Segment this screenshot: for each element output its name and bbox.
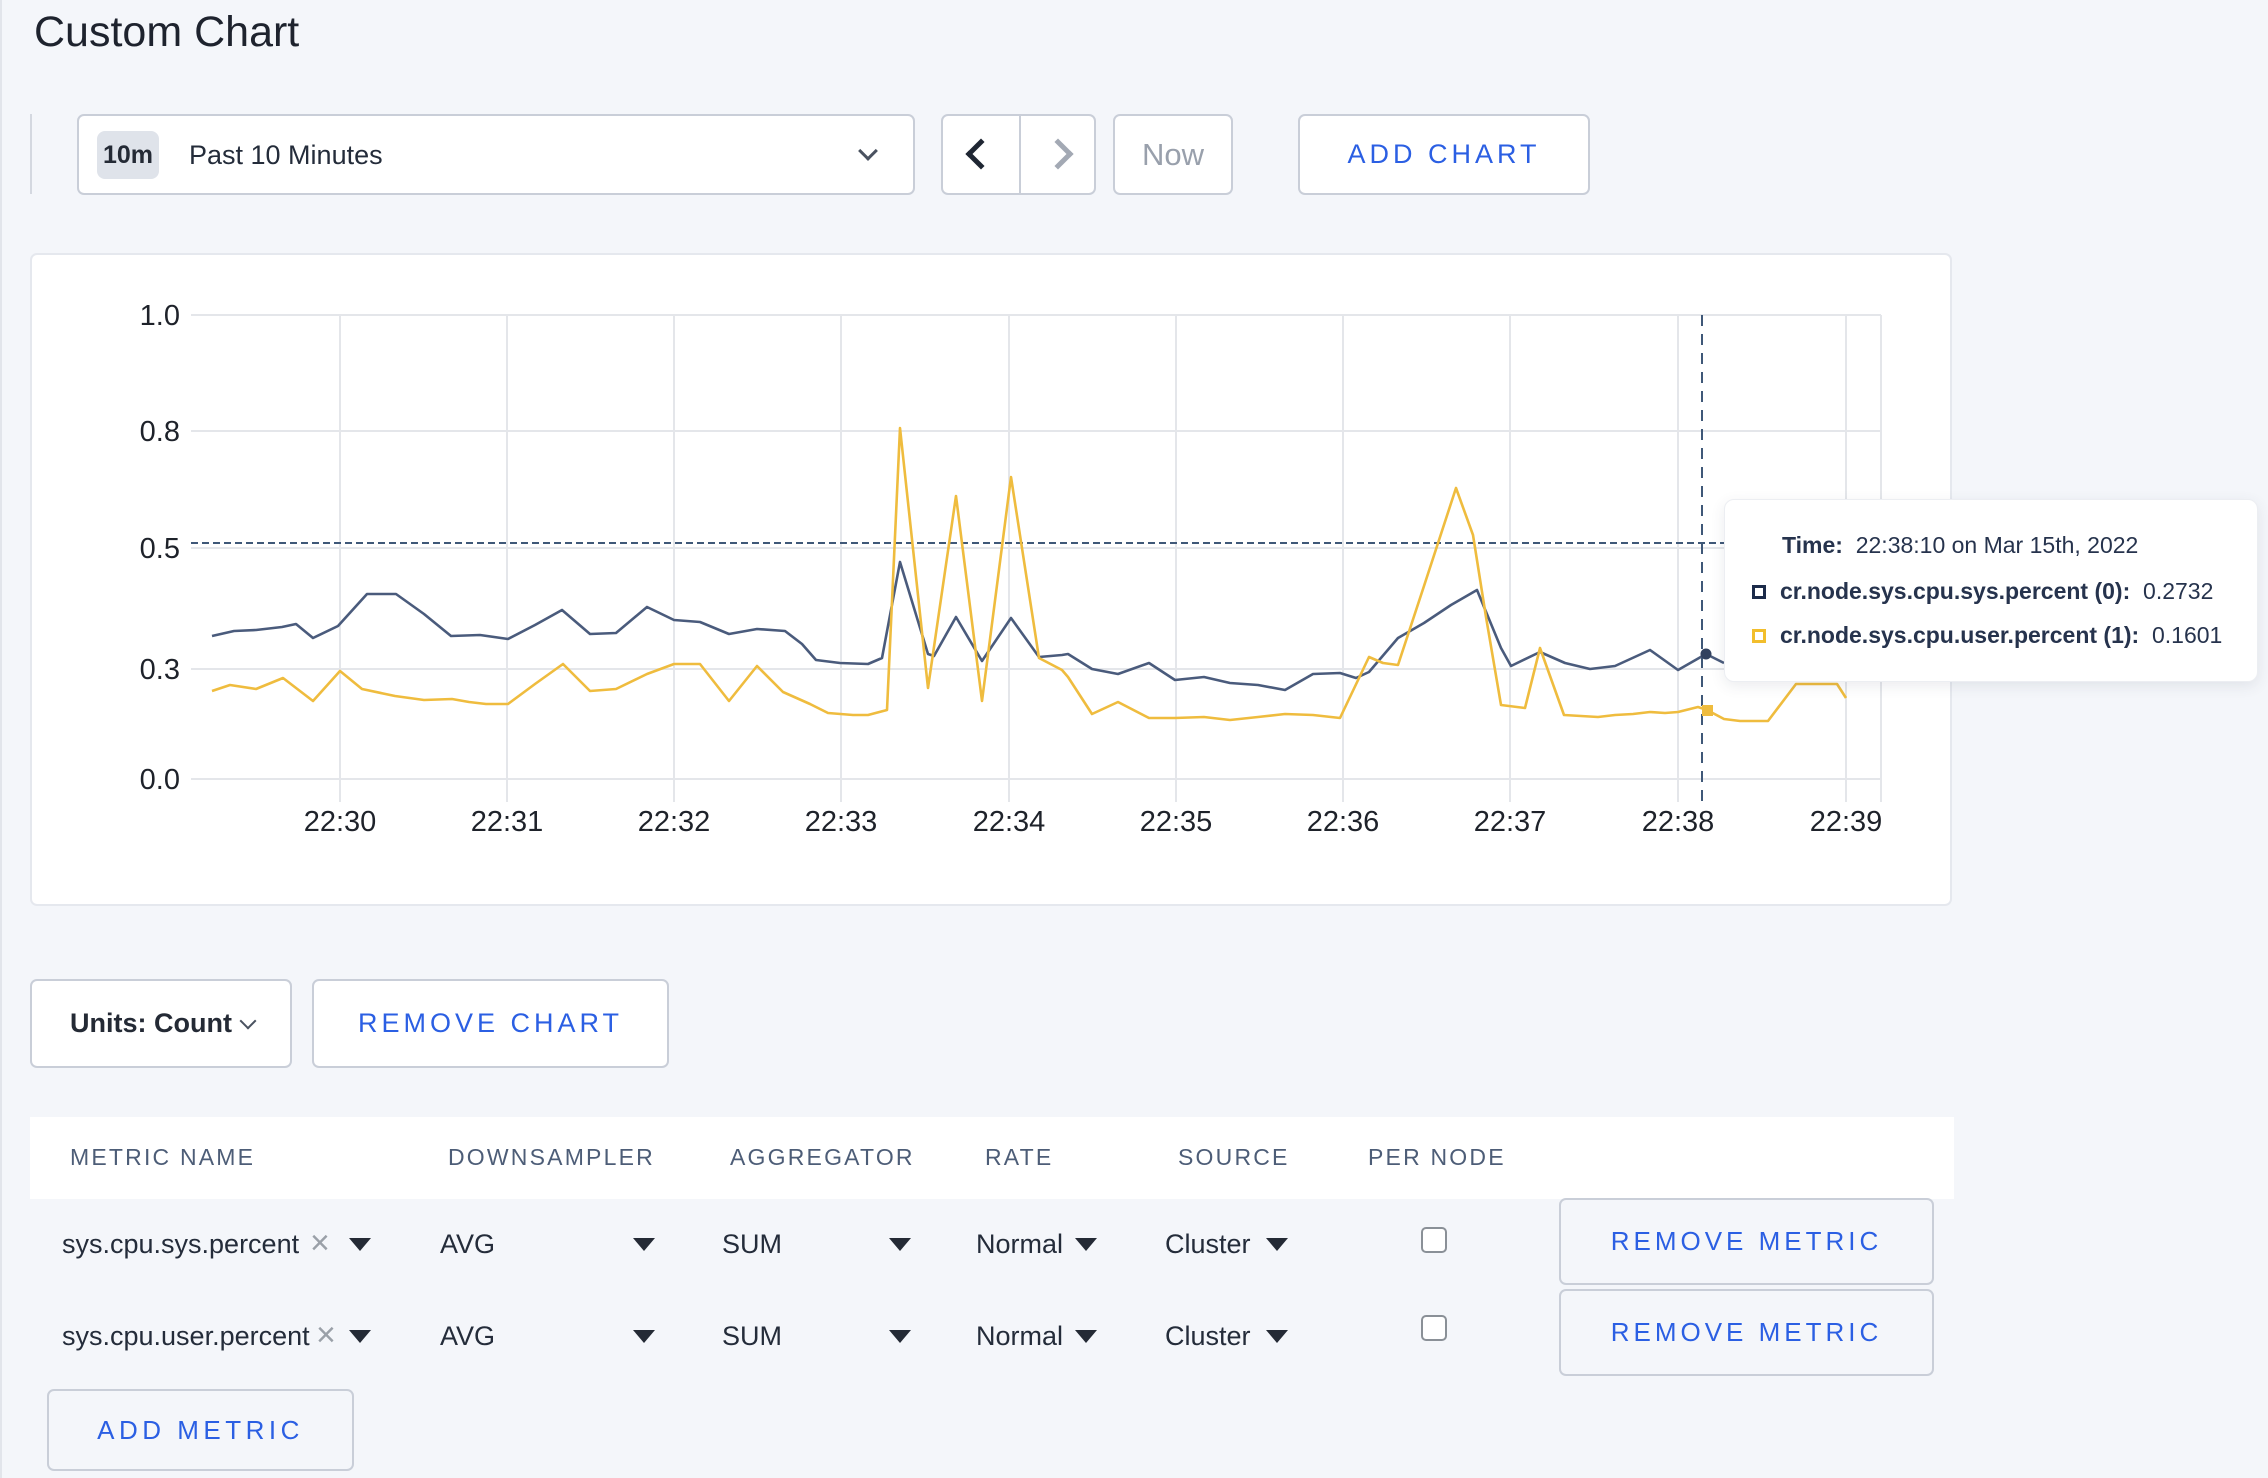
svg-text:22:37: 22:37: [1474, 806, 1547, 838]
svg-text:0.5: 0.5: [140, 533, 180, 565]
svg-text:0.8: 0.8: [140, 416, 180, 448]
svg-text:0.3: 0.3: [140, 654, 180, 686]
svg-text:22:32: 22:32: [638, 806, 711, 838]
svg-text:22:30: 22:30: [304, 806, 377, 838]
svg-text:0.0: 0.0: [140, 764, 180, 796]
svg-text:22:33: 22:33: [805, 806, 878, 838]
svg-text:22:36: 22:36: [1307, 806, 1380, 838]
svg-text:22:38: 22:38: [1642, 806, 1715, 838]
svg-text:1.0: 1.0: [140, 300, 180, 332]
svg-text:22:39: 22:39: [1810, 806, 1883, 838]
svg-text:22:35: 22:35: [1140, 806, 1213, 838]
svg-text:22:31: 22:31: [471, 806, 544, 838]
svg-text:22:34: 22:34: [973, 806, 1046, 838]
